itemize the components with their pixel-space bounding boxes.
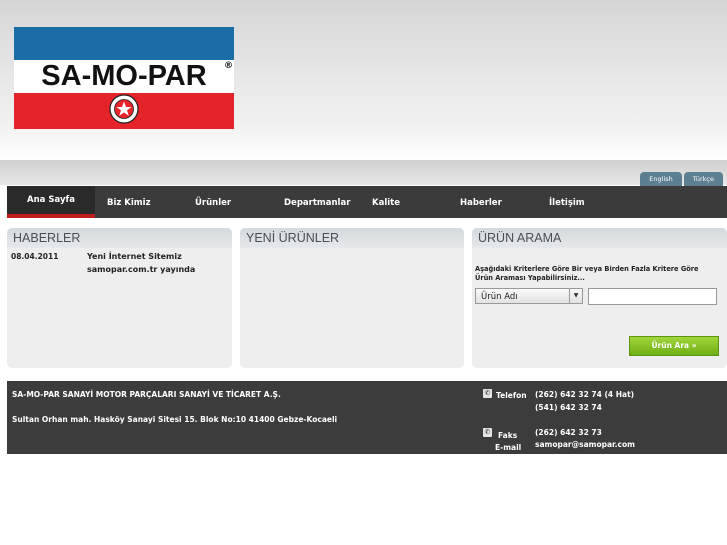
news-item[interactable]: Yeni İnternet Sitemiz samopar.com.tr yay… [87, 250, 195, 276]
logo-blue-band [14, 27, 234, 60]
footer: SA-MO-PAR SANAYİ MOTOR PARÇALARI SANAYİ … [7, 381, 727, 454]
nav-departmanlar[interactable]: Departmanlar [284, 186, 350, 218]
lang-english-tab[interactable]: English [640, 172, 682, 186]
search-input[interactable] [588, 288, 717, 305]
search-criteria-select[interactable]: Ürün Adı ▼ [475, 288, 583, 304]
footer-fax-label: Faks [498, 431, 518, 440]
lang-turkish-tab[interactable]: Türkçe [683, 172, 723, 186]
footer-email-link[interactable]: samopar@samopar.com [535, 440, 635, 449]
footer-fax-number: (262) 642 32 73 [535, 428, 602, 437]
new-products-panel-title: YENİ ÜRÜNLER [240, 228, 464, 248]
search-hint-text: Aşağıdaki Kriterlere Göre Bir veya Birde… [475, 265, 699, 282]
nav-kalite[interactable]: Kalite [372, 186, 400, 218]
search-button[interactable]: Ürün Ara » [629, 336, 719, 356]
phone-icon: ✆ [483, 389, 492, 398]
logo-wordmark: SA-MO-PAR [41, 60, 207, 92]
product-search-panel-title: ÜRÜN ARAMA [472, 228, 727, 248]
nav-biz-kimiz[interactable]: Biz Kimiz [107, 186, 151, 218]
samopar-logo[interactable]: SA-MO-PAR ® [14, 27, 234, 129]
footer-email-label: E-mail [495, 443, 522, 452]
nav-haberler[interactable]: Haberler [460, 186, 502, 218]
news-item-line2: samopar.com.tr yayında [87, 265, 196, 274]
footer-company-name: SA-MO-PAR SANAYİ MOTOR PARÇALARI SANAYİ … [12, 390, 281, 399]
menu-top-band [0, 160, 727, 185]
footer-phone-label: Telefon [496, 391, 527, 400]
dropdown-arrow-icon: ▼ [569, 289, 582, 303]
news-panel: HABERLER 08.04.2011 Yeni İnternet Sitemi… [7, 228, 232, 368]
news-panel-title: HABERLER [7, 228, 232, 248]
new-products-panel: YENİ ÜRÜNLER [240, 228, 464, 368]
search-criteria-value: Ürün Adı [481, 292, 518, 302]
nav-ana-sayfa[interactable]: Ana Sayfa [7, 186, 95, 218]
language-switcher: English Türkçe [640, 172, 723, 186]
footer-phone-2: (541) 642 32 74 [535, 403, 602, 412]
fax-icon: ✆ [483, 428, 492, 437]
main-nav: Ana Sayfa Biz Kimiz Ürünler Departmanlar… [7, 186, 727, 218]
nav-urunler[interactable]: Ürünler [195, 186, 231, 218]
news-date: 08.04.2011 [11, 252, 59, 261]
star-seal-icon [109, 94, 139, 124]
footer-phone-1: (262) 642 32 74 (4 Hat) [535, 390, 635, 399]
nav-iletisim[interactable]: İletişim [549, 186, 585, 218]
footer-address: Sultan Orhan mah. Hasköy Sanayi Sitesi 1… [12, 415, 338, 424]
logo-registered-mark: ® [224, 61, 233, 71]
news-item-line1: Yeni İnternet Sitemiz [87, 252, 182, 261]
product-search-panel: ÜRÜN ARAMA Aşağıdaki Kriterlere Göre Bir… [472, 228, 727, 368]
